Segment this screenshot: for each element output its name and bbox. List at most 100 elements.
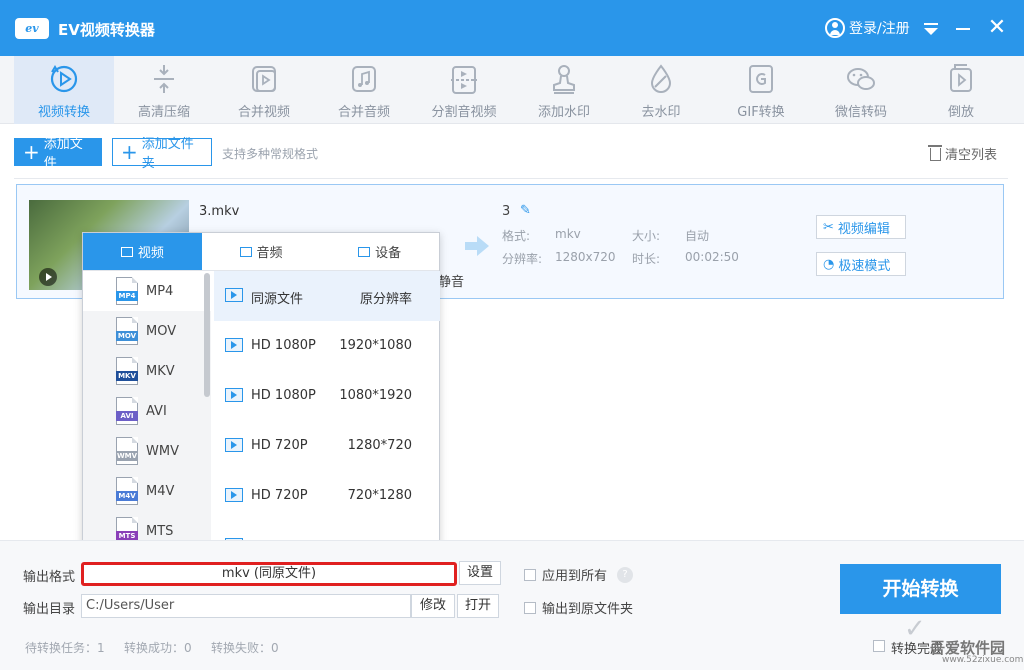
output-format-select[interactable]: mkv (同原文件) <box>81 562 457 586</box>
tool-label: 分割音视频 <box>431 105 497 120</box>
remove-watermark-icon <box>650 64 672 93</box>
compress-icon <box>154 65 174 93</box>
format-popup: 视频 音频 设备 MP4 MP4 MOV MOV MKV MKV AVI AVI WMV… <box>82 232 440 548</box>
format-item-wmv[interactable]: WMV WMV <box>83 431 211 471</box>
format-item-label: MTS <box>146 523 174 539</box>
tool-video-convert[interactable]: 视频转换 <box>14 56 114 124</box>
app-logo: ev <box>15 18 49 39</box>
tool-label: 高清压缩 <box>137 105 190 120</box>
preset-name: HD 720P <box>251 438 308 453</box>
mute-label[interactable]: 静音 <box>438 271 464 290</box>
size-label: 大小: <box>632 229 661 243</box>
checkbox-box <box>524 601 536 614</box>
format-list: MP4 MP4 MOV MOV MKV MKV AVI AVI WMV WMV M4V M4… <box>83 271 211 547</box>
format-item-m4v[interactable]: M4V M4V <box>83 471 211 511</box>
output-dir-field[interactable]: C:/Users/User <box>81 594 411 618</box>
gif-icon <box>749 65 773 93</box>
tool-merge-audio[interactable]: 合并音频 <box>314 56 414 124</box>
trash-icon <box>928 145 942 161</box>
format-list-scrollbar[interactable] <box>204 273 210 397</box>
mov-file-icon: MOV <box>116 317 138 345</box>
clear-list-button[interactable]: 清空列表 <box>928 144 997 163</box>
add-watermark-icon <box>553 65 575 94</box>
format-item-label: AVI <box>146 403 167 419</box>
format-item-mkv[interactable]: MKV MKV <box>83 351 211 391</box>
format-item-label: MP4 <box>146 283 174 299</box>
avi-file-icon: AVI <box>116 397 138 425</box>
tool-add-watermark[interactable]: 添加水印 <box>514 56 614 124</box>
plus-icon: + <box>23 140 40 164</box>
add-file-label: 添加文件 <box>43 137 83 171</box>
tab-device[interactable]: 设备 <box>320 233 440 271</box>
tool-compress[interactable]: 高清压缩 <box>114 56 214 124</box>
tool-label: 合并视频 <box>237 105 290 120</box>
preset-resolution: 1920*1080 <box>339 338 412 353</box>
login-button[interactable]: 登录/注册 <box>825 18 910 38</box>
tool-label: 倒放 <box>947 105 974 120</box>
size-value: 自动 <box>685 229 710 243</box>
preset-name: HD 1080P <box>251 338 316 353</box>
format-item-label: MOV <box>146 323 177 339</box>
preset-item[interactable]: HD 720P 720*1280 <box>214 471 440 521</box>
tool-label: 微信转码 <box>834 105 887 120</box>
video-tab-icon <box>120 246 133 257</box>
format-value: mkv <box>555 227 581 241</box>
minimize-icon[interactable] <box>951 16 975 40</box>
output-format-label: 输出格式 <box>23 570 76 585</box>
add-file-button[interactable]: + 添加文件 <box>14 137 102 171</box>
format-item-avi[interactable]: AVI AVI <box>83 391 211 431</box>
video-edit-button[interactable]: ✂ 视频编辑 <box>816 215 906 239</box>
tool-remove-watermark[interactable]: 去水印 <box>611 56 711 124</box>
format-label: 格式: <box>502 229 531 243</box>
preset-item[interactable]: HD 1080P 1080*1920 <box>214 371 440 421</box>
duration-value: 00:02:50 <box>685 250 739 264</box>
preset-item[interactable]: HD 1080P 1920*1080 <box>214 321 440 371</box>
tool-label: 视频转换 <box>37 105 90 120</box>
tool-merge-video[interactable]: 合并视频 <box>214 56 314 124</box>
tool-reverse[interactable]: 倒放 <box>911 56 1011 124</box>
preset-play-icon <box>225 438 243 452</box>
wechat-icon <box>847 68 875 90</box>
login-label: 登录/注册 <box>849 21 910 37</box>
add-folder-button[interactable]: + 添加文件夹 <box>112 137 212 171</box>
output-to-source-checkbox[interactable]: 输出到原文件夹 <box>524 598 633 617</box>
checkbox-box <box>524 568 536 581</box>
play-icon[interactable] <box>39 268 57 286</box>
preset-item[interactable]: 同源文件 原分辨率 <box>214 271 440 321</box>
format-hint: 支持多种常规格式 <box>222 147 319 161</box>
rename-pencil-icon[interactable]: ✎ <box>520 203 531 218</box>
tab-video[interactable]: 视频 <box>83 233 202 271</box>
preset-resolution: 1280*720 <box>347 438 412 453</box>
format-item-mp4[interactable]: MP4 MP4 <box>83 271 211 311</box>
format-item-label: WMV <box>146 443 179 459</box>
fast-mode-button[interactable]: ◔ 极速模式 <box>816 252 906 276</box>
mkv-file-icon: MKV <box>116 357 138 385</box>
output-dir-label: 输出目录 <box>23 602 76 617</box>
preset-item[interactable]: HD 720P 1280*720 <box>214 421 440 471</box>
tool-gif[interactable]: GIF转换 <box>711 56 811 124</box>
help-icon[interactable]: ? <box>617 566 634 583</box>
user-icon <box>825 18 845 38</box>
pending-count: 待转换任务：1 <box>25 641 105 655</box>
tool-split[interactable]: 分割音视频 <box>414 56 514 124</box>
video-convert-icon <box>50 65 78 93</box>
preset-play-icon <box>225 388 243 402</box>
start-convert-button[interactable]: 开始转换 <box>840 564 1001 614</box>
modify-dir-button[interactable]: 修改 <box>411 594 455 618</box>
mp4-file-icon: MP4 <box>116 277 138 305</box>
settings-button[interactable]: 设置 <box>459 561 501 585</box>
tool-wechat[interactable]: 微信转码 <box>811 56 911 124</box>
close-icon[interactable]: ✕ <box>985 16 1009 40</box>
open-dir-button[interactable]: 打开 <box>457 594 499 618</box>
fast-mode-label: 极速模式 <box>838 258 891 274</box>
video-edit-label: 视频编辑 <box>837 221 890 237</box>
preset-play-icon <box>225 288 243 302</box>
format-item-mov[interactable]: MOV MOV <box>83 311 211 351</box>
apply-all-checkbox[interactable]: 应用到所有 ? <box>524 565 634 584</box>
reverse-icon <box>950 64 972 92</box>
menu-icon[interactable] <box>919 16 943 40</box>
popup-tabs: 视频 音频 设备 <box>83 233 440 271</box>
app-title: EV视频转换器 <box>58 21 155 39</box>
tab-audio[interactable]: 音频 <box>201 233 321 271</box>
after-convert-checkbox[interactable] <box>873 640 885 652</box>
